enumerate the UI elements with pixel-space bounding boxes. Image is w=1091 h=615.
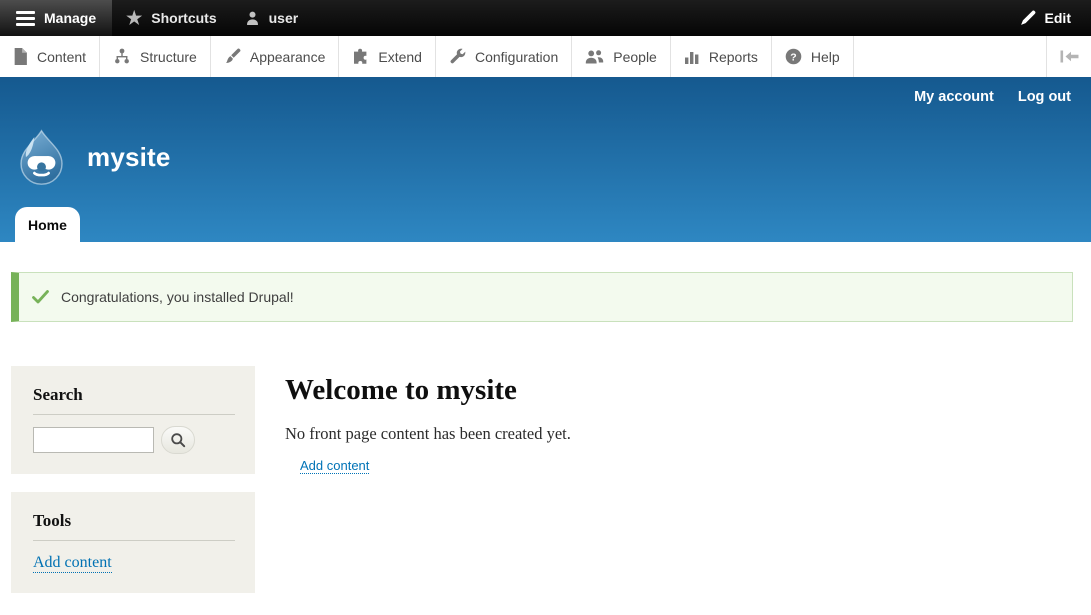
my-account-link[interactable]: My account <box>914 89 994 105</box>
secondary-menu: My account Log out <box>914 89 1071 105</box>
add-content-link[interactable]: Add content <box>300 458 369 474</box>
tray-item-content[interactable]: Content <box>0 36 100 77</box>
tab-home[interactable]: Home <box>15 207 80 242</box>
toolbar-item-manage[interactable]: Manage <box>0 0 112 36</box>
edit-button[interactable]: Edit <box>1000 0 1091 36</box>
menu-icon <box>16 11 35 26</box>
status-message: Congratulations, you installed Drupal! <box>11 272 1073 322</box>
pencil-icon <box>1020 10 1036 26</box>
wrench-icon <box>449 48 466 65</box>
sidebar-first: Search Tools Add content <box>11 366 255 611</box>
main-content: Welcome to mysite No front page content … <box>285 375 985 475</box>
tray-spacer <box>854 36 1046 77</box>
admin-toolbar: Manage ★ Shortcuts user Edit <box>0 0 1091 36</box>
star-icon: ★ <box>126 9 142 27</box>
tray-item-label: Help <box>811 49 840 65</box>
tray-item-label: People <box>613 49 657 65</box>
tools-block-title: Tools <box>33 509 235 541</box>
site-branding[interactable]: mysite <box>13 129 171 186</box>
toolbar-item-label: user <box>269 10 299 26</box>
toolbar-item-shortcuts[interactable]: ★ Shortcuts <box>112 0 230 36</box>
page-content: Congratulations, you installed Drupal! S… <box>0 242 1091 615</box>
tray-item-configuration[interactable]: Configuration <box>436 36 572 77</box>
toolbar-orientation-toggle[interactable] <box>1046 36 1091 77</box>
tray-item-reports[interactable]: Reports <box>671 36 772 77</box>
search-input[interactable] <box>33 427 154 453</box>
tray-item-label: Extend <box>378 49 422 65</box>
tray-item-structure[interactable]: Structure <box>100 36 211 77</box>
tray-item-label: Configuration <box>475 49 558 65</box>
people-icon <box>585 49 604 65</box>
puzzle-icon <box>352 48 369 65</box>
site-header: My account Log out mysite Ho <box>0 77 1091 242</box>
toolbar-item-label: Shortcuts <box>151 10 216 26</box>
tools-block: Tools Add content <box>11 492 255 593</box>
drupal-logo <box>13 129 70 186</box>
log-out-link[interactable]: Log out <box>1018 89 1071 105</box>
search-block: Search <box>11 366 255 474</box>
toolbar-collapse-icon <box>1059 50 1080 63</box>
site-name: mysite <box>87 142 171 173</box>
admin-menu-tray: Content Structure Appearance Extend Conf… <box>0 36 1091 77</box>
status-message-text: Congratulations, you installed Drupal! <box>61 289 294 305</box>
empty-frontpage-text: No front page content has been created y… <box>285 424 985 444</box>
page-title: Welcome to mysite <box>285 375 985 407</box>
tray-item-label: Reports <box>709 49 758 65</box>
help-icon: ? <box>785 48 802 65</box>
edit-label: Edit <box>1045 10 1071 26</box>
sitemap-icon <box>113 48 131 65</box>
search-button[interactable] <box>161 426 195 454</box>
tray-item-people[interactable]: People <box>572 36 671 77</box>
search-form <box>33 426 235 454</box>
tray-item-label: Content <box>37 49 86 65</box>
check-icon <box>32 290 49 304</box>
sidebar-add-content-link[interactable]: Add content <box>33 554 112 573</box>
toolbar-item-label: Manage <box>44 10 96 26</box>
paintbrush-icon <box>224 48 241 65</box>
svg-text:?: ? <box>790 51 796 63</box>
toolbar-item-user[interactable]: user <box>231 0 313 36</box>
tray-item-help[interactable]: ? Help <box>772 36 854 77</box>
user-icon <box>245 10 260 26</box>
file-icon <box>13 48 28 65</box>
tray-item-label: Appearance <box>250 49 326 65</box>
tray-item-appearance[interactable]: Appearance <box>211 36 340 77</box>
tray-item-extend[interactable]: Extend <box>339 36 436 77</box>
search-icon <box>170 432 186 448</box>
tray-item-label: Structure <box>140 49 197 65</box>
bar-chart-icon <box>684 49 700 65</box>
search-block-title: Search <box>33 383 235 415</box>
